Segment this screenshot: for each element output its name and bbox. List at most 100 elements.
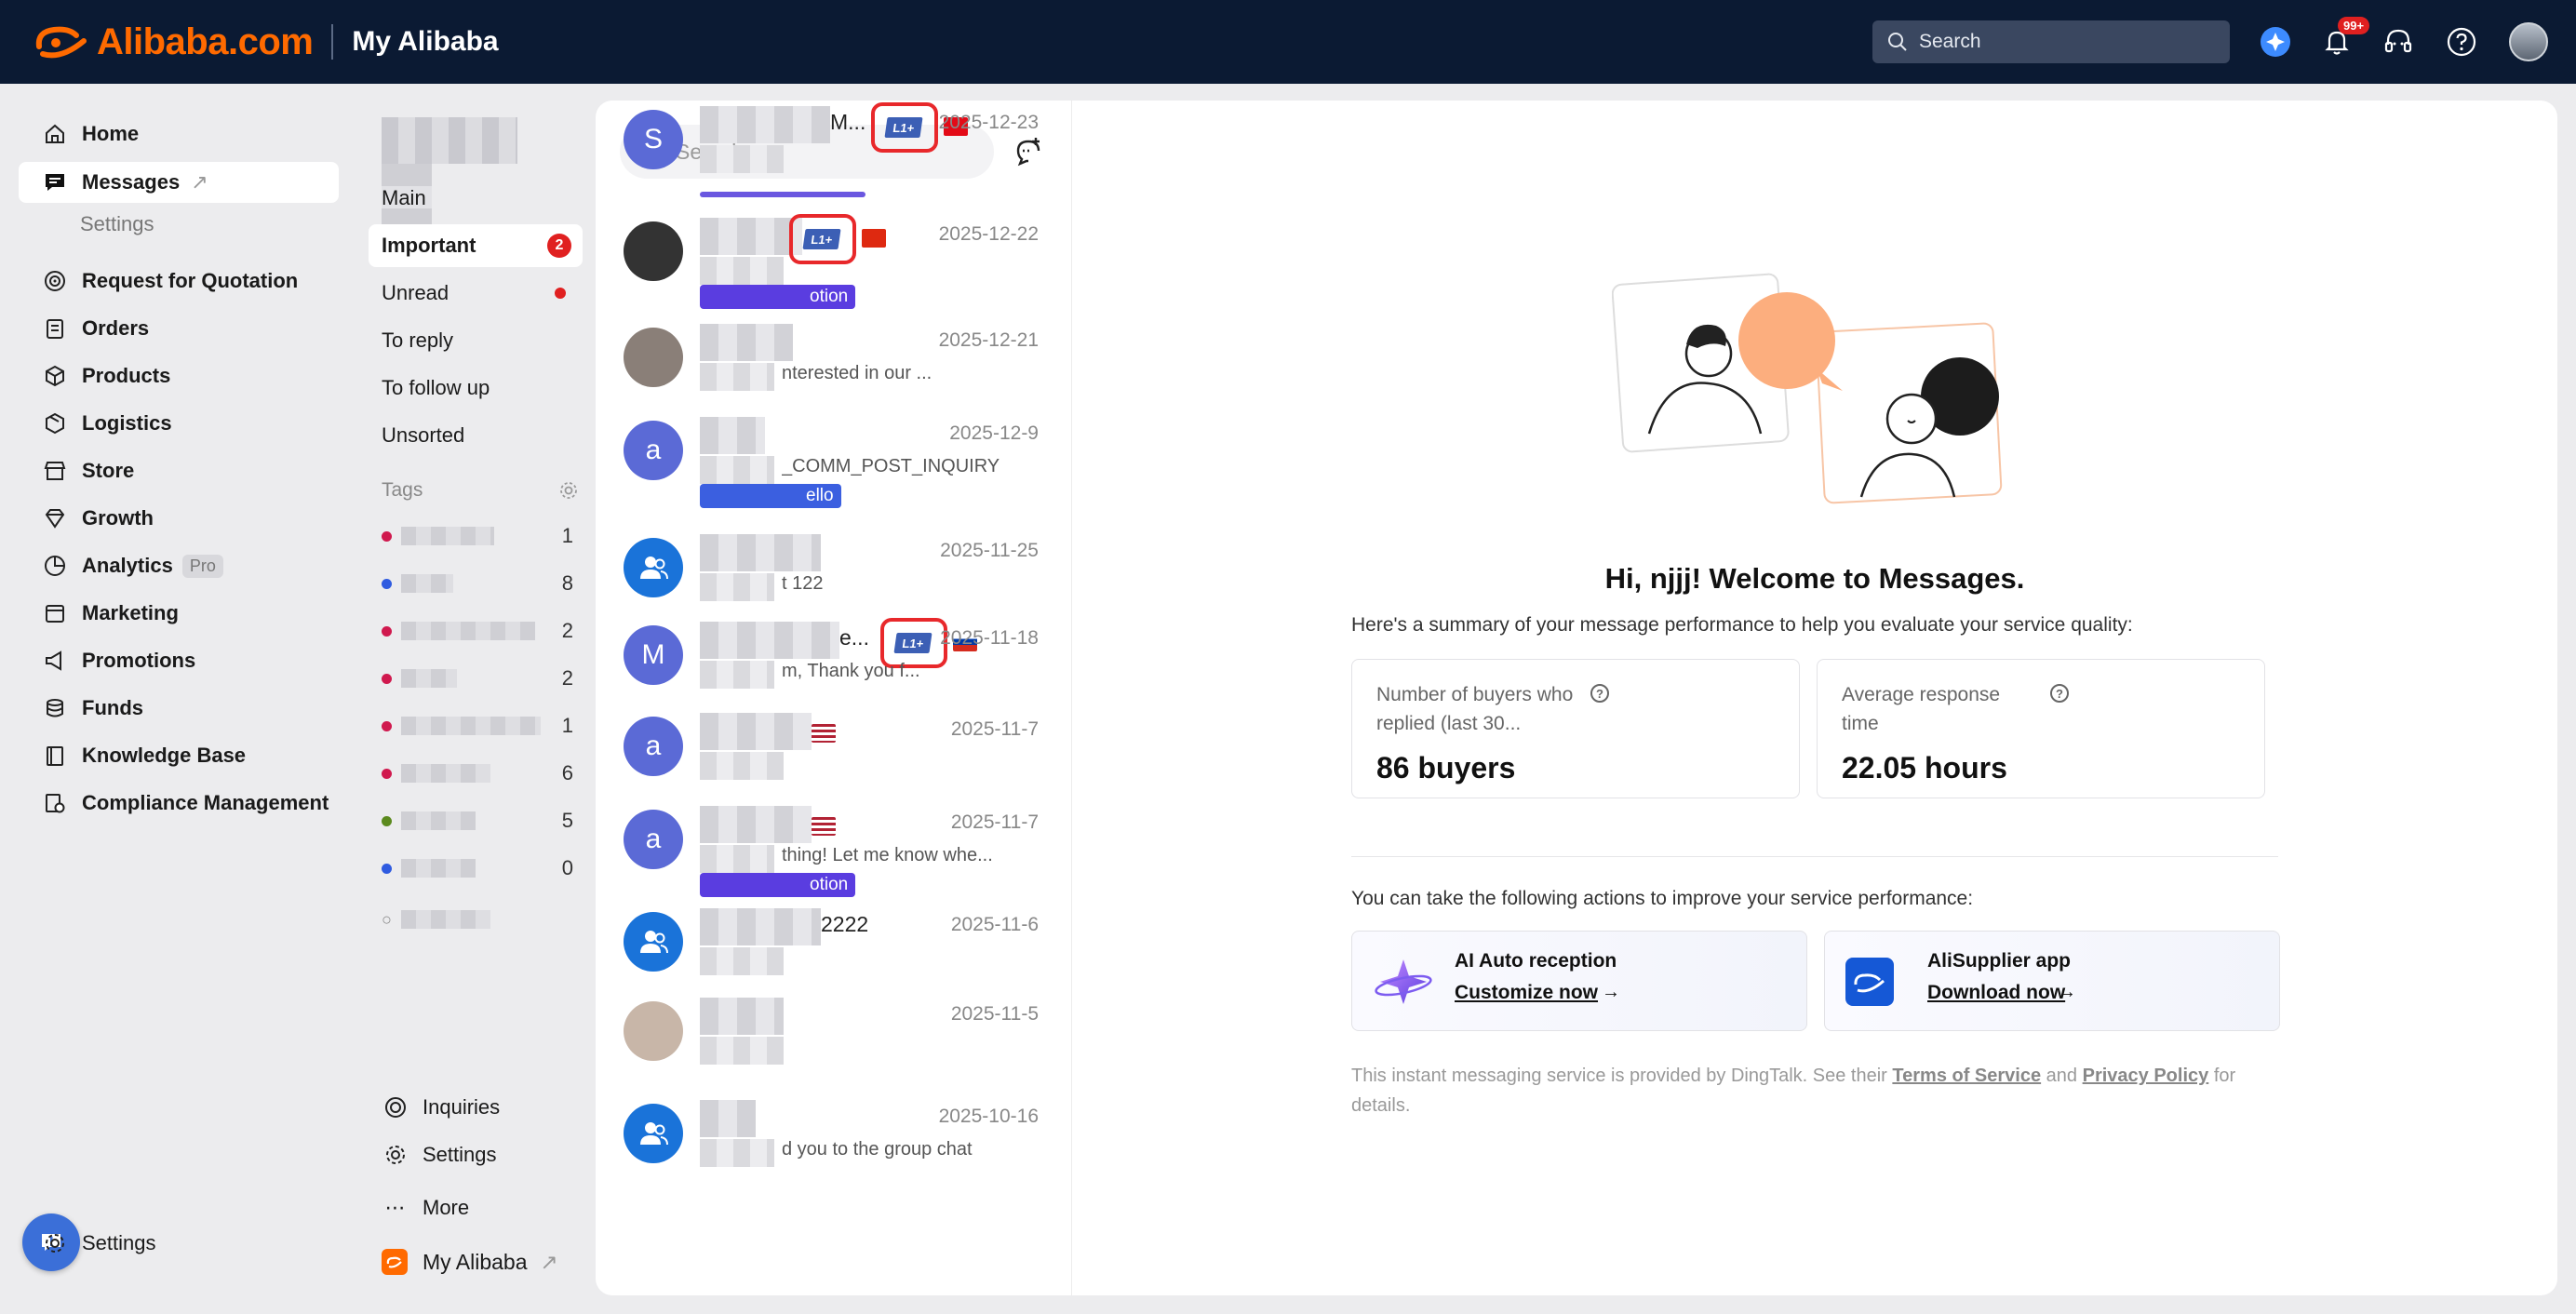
tag-name-redacted: [401, 622, 535, 640]
nav-item-marketing[interactable]: Marketing: [19, 593, 339, 634]
folder-unread[interactable]: Unread: [369, 272, 583, 315]
tag-row[interactable]: 1: [382, 709, 583, 743]
conversation-avatar: a: [624, 717, 683, 776]
conversation-row[interactable]: 2025-10-16 d you to the group chat: [596, 1093, 1072, 1195]
my-alibaba-logo-icon: [382, 1249, 408, 1275]
tag-row[interactable]: 6: [382, 757, 583, 790]
tag-count: 1: [561, 714, 573, 737]
tags-settings-icon[interactable]: [558, 480, 579, 501]
folder-to-follow-up-label: To follow up: [382, 376, 490, 399]
download-now-link[interactable]: Download now: [1927, 982, 2065, 1004]
nav-item-compliance[interactable]: Compliance Management: [19, 783, 339, 824]
nav-label-store: Store: [82, 459, 135, 482]
preview-redacted: [700, 845, 774, 873]
tag-name-redacted: [401, 811, 476, 830]
nav-item-settings[interactable]: Settings: [19, 1223, 339, 1264]
privacy-policy-link[interactable]: Privacy Policy: [2083, 1066, 2209, 1086]
nav-item-products[interactable]: Products: [19, 355, 339, 396]
nav-item-store[interactable]: Store: [19, 450, 339, 491]
preview-redacted: [700, 456, 774, 484]
folder-inquiries[interactable]: Inquiries: [382, 1087, 500, 1128]
nav-item-messages[interactable]: Messages ↗: [19, 162, 339, 203]
nav-item-analytics[interactable]: Analytics Pro: [19, 545, 339, 586]
nav-item-orders[interactable]: Orders: [19, 308, 339, 349]
truck-icon: [41, 409, 69, 437]
tag-row[interactable]: 8: [382, 567, 583, 600]
nav-label-orders: Orders: [82, 316, 150, 340]
conversation-tag: otion: [700, 873, 856, 897]
folder-main[interactable]: Main: [369, 177, 583, 220]
conversation-row[interactable]: 2025-12-21 nterested in our ...: [596, 316, 1072, 419]
folder-to-reply[interactable]: To reply: [369, 319, 583, 362]
conversation-row[interactable]: a 2025-12-9 _COMM_POST_INQUIRY ello: [596, 409, 1072, 512]
tag-row[interactable]: 0: [382, 851, 583, 885]
folder-settings[interactable]: Settings: [382, 1134, 497, 1175]
tag-row[interactable]: 1: [382, 519, 583, 553]
tags-heading: Tags: [382, 479, 423, 501]
conversation-list: S M... L1+ 2025-12-23 L1+ 2025-12-22 otion 2025…: [596, 101, 1072, 1295]
contact-name-redacted: [700, 713, 812, 750]
folder-more[interactable]: ⋯ More: [382, 1187, 470, 1228]
terms-of-service-link[interactable]: Terms of Service: [1892, 1066, 2041, 1086]
customize-now-link[interactable]: Customize now: [1455, 982, 1598, 1004]
conversation-row[interactable]: 2025-11-5: [596, 990, 1072, 1093]
conversation-row[interactable]: L1+ 2025-12-22 otion: [596, 210, 1072, 313]
store-icon: [41, 457, 69, 485]
nav-item-rfq[interactable]: Request for Quotation: [19, 261, 339, 302]
brand[interactable]: Alibaba.com My Alibaba: [34, 19, 499, 65]
tag-add-row[interactable]: ○: [382, 903, 583, 936]
buyer-level-badge: L1+: [893, 633, 932, 653]
conversation-row[interactable]: a 2025-11-7 thing! Let me know whe... otion: [596, 798, 1072, 901]
action-card-alisupplier[interactable]: AliSupplier app Download now →: [1824, 931, 2280, 1031]
help-icon[interactable]: [2442, 22, 2481, 61]
conversation-row[interactable]: 2222 2025-11-6: [596, 901, 1072, 1003]
nav-label-messages: Messages: [82, 170, 181, 194]
action-card-ai-reception[interactable]: AI Auto reception Customize now →: [1351, 931, 1807, 1031]
nav-item-growth[interactable]: Growth: [19, 498, 339, 539]
nav-item-logistics[interactable]: Logistics: [19, 403, 339, 444]
contact-name-redacted: [700, 998, 784, 1035]
section-divider: [1351, 856, 2278, 857]
stat-buyers-value: 86 buyers: [1376, 751, 1516, 784]
tag-count: 8: [561, 571, 573, 595]
tag-row[interactable]: 2: [382, 662, 583, 695]
folder-my-alibaba[interactable]: My Alibaba ↗: [382, 1241, 558, 1282]
book-icon: [41, 742, 69, 770]
folder-important[interactable]: Important 2: [369, 224, 583, 267]
folder-unsorted[interactable]: Unsorted: [369, 414, 583, 457]
footnote: This instant messaging service is provid…: [1351, 1061, 2282, 1120]
group-chat-icon: [640, 556, 668, 580]
contact-name-redacted: [700, 106, 830, 143]
ai-assistant-icon[interactable]: [2256, 22, 2295, 61]
brand-separator: [331, 24, 334, 60]
nav-label-analytics: Analytics: [82, 554, 173, 577]
conversation-row[interactable]: Me... L1+ 2025-11-18 m, Thank you f...: [596, 614, 1072, 717]
nav-item-funds[interactable]: Funds: [19, 688, 339, 729]
folder-my-alibaba-label: My Alibaba: [423, 1249, 528, 1274]
folder-to-follow-up[interactable]: To follow up: [369, 367, 583, 409]
nav-item-promotions[interactable]: Promotions: [19, 640, 339, 681]
nav-item-knowledge-base[interactable]: Knowledge Base: [19, 735, 339, 776]
nav-label-marketing: Marketing: [82, 601, 179, 624]
conversation-row[interactable]: S M... L1+ 2025-12-23: [596, 101, 1072, 201]
top-bar: Alibaba.com My Alibaba Search 99+: [0, 0, 2576, 84]
help-circle-icon[interactable]: ?: [2050, 684, 2069, 703]
arrow-right-icon: →: [2058, 982, 2076, 1002]
nav-item-home[interactable]: Home: [19, 114, 339, 154]
brand-name: Alibaba.com: [97, 20, 314, 62]
tag-color-dot: [382, 530, 392, 542]
global-search[interactable]: Search: [1872, 20, 2230, 63]
tag-row[interactable]: 5: [382, 804, 583, 838]
nav-sub-messages-settings[interactable]: Settings: [80, 212, 154, 236]
preview-redacted: [700, 752, 784, 780]
user-avatar[interactable]: [2509, 22, 2548, 61]
target-icon: [382, 1093, 409, 1121]
conversation-row[interactable]: a 2025-11-7: [596, 705, 1072, 808]
headset-icon[interactable]: [2379, 22, 2418, 61]
tag-row[interactable]: 2: [382, 614, 583, 648]
notification-bell-icon[interactable]: 99+: [2317, 17, 2370, 61]
important-count-badge: 2: [547, 234, 571, 258]
tag-color-dot: [382, 768, 392, 779]
help-circle-icon[interactable]: ?: [1590, 684, 1609, 703]
conversation-preview: m, Thank you f...: [782, 661, 920, 681]
